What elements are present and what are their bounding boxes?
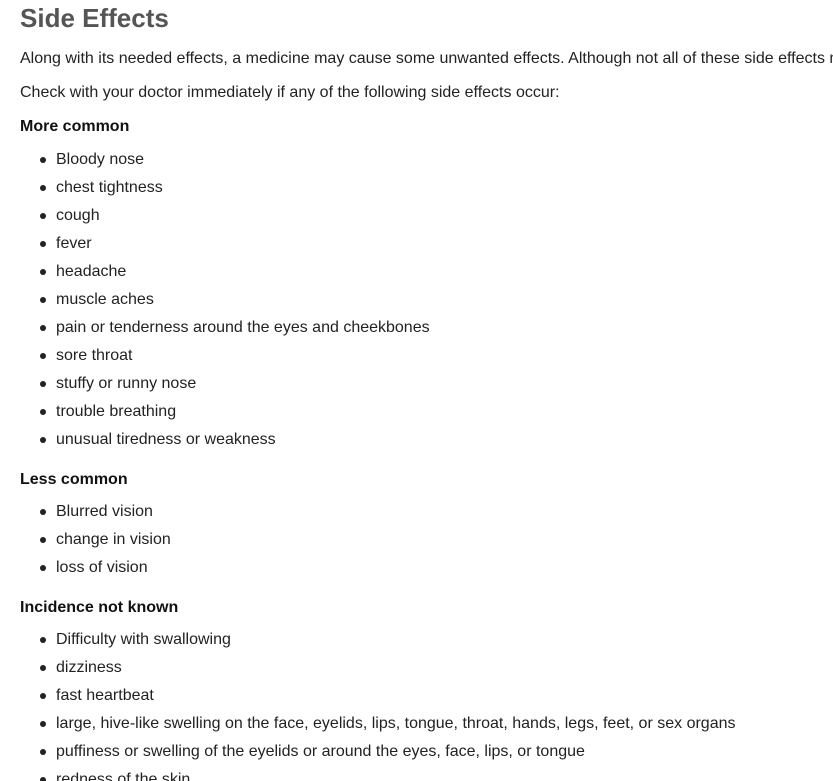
list-item: muscle aches [20, 290, 833, 318]
list-item: Blurred vision [20, 502, 833, 530]
bullet-icon [40, 297, 46, 303]
bullet-icon [40, 565, 46, 571]
list-item: unusual tiredness or weakness [20, 430, 833, 458]
list-item-text: stuffy or runny nose [56, 375, 197, 392]
bullet-icon [40, 185, 46, 191]
bullet-icon [40, 749, 46, 755]
list-item: cough [20, 206, 833, 234]
list-item-text: dizziness [56, 659, 122, 676]
bullet-icon [40, 409, 46, 415]
list-item-text: puffiness or swelling of the eyelids or … [56, 743, 585, 760]
list-item-text: Difficulty with swallowing [56, 631, 231, 648]
bullet-icon [40, 241, 46, 247]
list-item-text: large, hive-like swelling on the face, e… [56, 715, 736, 732]
section-heading-less-common: Less common [20, 471, 128, 488]
list-item-text: chest tightness [56, 179, 163, 196]
list-item: stuffy or runny nose [20, 374, 833, 402]
list-item: change in vision [20, 530, 833, 558]
list-item-text: trouble breathing [56, 403, 177, 420]
bullet-icon [40, 777, 46, 781]
list-item: trouble breathing [20, 402, 833, 430]
list-item-text: loss of vision [56, 559, 148, 576]
more-common-list: Bloody nose chest tightness cough fever … [20, 150, 833, 458]
list-item-text: headache [56, 263, 127, 280]
bullet-icon [40, 537, 46, 543]
bullet-icon [40, 693, 46, 699]
list-item: loss of vision [20, 558, 833, 586]
list-item: chest tightness [20, 178, 833, 206]
list-item: headache [20, 262, 833, 290]
incidence-not-known-list: Difficulty with swallowing dizziness fas… [20, 630, 833, 781]
list-item: large, hive-like swelling on the face, e… [20, 714, 833, 742]
bullet-icon [40, 325, 46, 331]
page-title: Side Effects [20, 3, 169, 33]
list-item: fever [20, 234, 833, 262]
instruction-paragraph: Check with your doctor immediately if an… [20, 84, 560, 101]
list-item: puffiness or swelling of the eyelids or … [20, 742, 833, 770]
list-item-text: muscle aches [56, 291, 154, 308]
list-item-text: unusual tiredness or weakness [56, 431, 276, 448]
list-item-text: sore throat [56, 347, 133, 364]
bullet-icon [40, 665, 46, 671]
bullet-icon [40, 437, 46, 443]
bullet-icon [40, 509, 46, 515]
list-item: Difficulty with swallowing [20, 630, 833, 658]
side-effects-article: Side Effects Along with its needed effec… [20, 0, 833, 781]
less-common-list: Blurred vision change in vision loss of … [20, 502, 833, 586]
list-item: pain or tenderness around the eyes and c… [20, 318, 833, 346]
list-item: dizziness [20, 658, 833, 686]
bullet-icon [40, 213, 46, 219]
section-heading-more-common: More common [20, 118, 130, 135]
list-item: redness of the skin [20, 770, 833, 781]
list-item: fast heartbeat [20, 686, 833, 714]
list-item-text: change in vision [56, 531, 171, 548]
bullet-icon [40, 721, 46, 727]
section-heading-incidence-not-known: Incidence not known [20, 599, 179, 616]
list-item-text: fever [56, 235, 92, 252]
intro-paragraph: Along with its needed effects, a medicin… [20, 50, 833, 67]
bullet-icon [40, 269, 46, 275]
list-item: sore throat [20, 346, 833, 374]
bullet-icon [40, 637, 46, 643]
bullet-icon [40, 353, 46, 359]
list-item-text: redness of the skin [56, 771, 191, 781]
bullet-icon [40, 157, 46, 163]
list-item-text: fast heartbeat [56, 687, 154, 704]
list-item-text: pain or tenderness around the eyes and c… [56, 319, 430, 336]
list-item-text: Blurred vision [56, 503, 153, 520]
list-item: Bloody nose [20, 150, 833, 178]
bullet-icon [40, 381, 46, 387]
list-item-text: cough [56, 207, 100, 224]
list-item-text: Bloody nose [56, 151, 145, 168]
